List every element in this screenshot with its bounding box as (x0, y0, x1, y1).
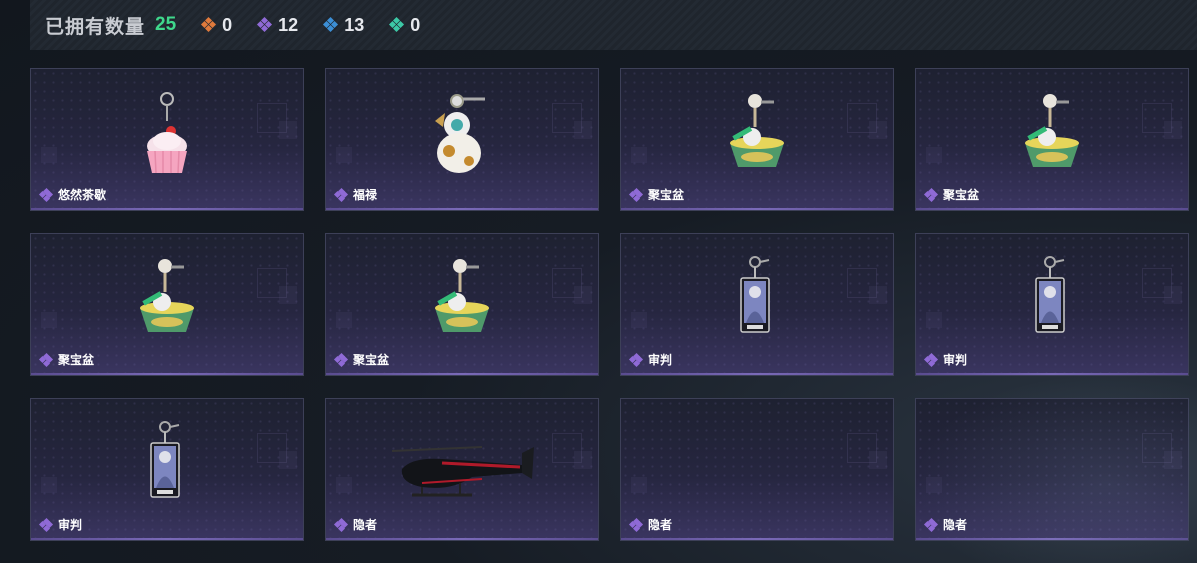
rarity-gem-icon (38, 187, 54, 202)
rarity-gem-icon (333, 352, 349, 367)
card-grid-decoration (926, 147, 942, 163)
card-grid-decoration (279, 286, 297, 304)
teal-gem-icon (389, 16, 405, 33)
item-name: 审判 (648, 353, 673, 367)
rarity-stat: 0 (389, 14, 421, 36)
rarity-gem-icon (628, 352, 644, 367)
rarity-stat-value: 13 (344, 14, 365, 35)
item-card[interactable]: 福禄 (325, 68, 599, 211)
card-grid-decoration (574, 121, 592, 139)
card-grid-decoration (279, 121, 297, 139)
bowl-item-image (1017, 91, 1087, 186)
rarity-gem-icon (628, 187, 644, 202)
item-card[interactable]: 隐者 (915, 398, 1189, 541)
card-item-image (737, 256, 777, 351)
card-grid-decoration (279, 451, 297, 469)
item-card[interactable]: 聚宝盆 (620, 68, 894, 211)
rarity-stat: 12 (257, 14, 299, 36)
card-grid-decoration (41, 147, 57, 163)
rarity-gem-icon (333, 187, 349, 202)
card-grid-decoration (869, 451, 887, 469)
item-name: 隐者 (648, 518, 673, 532)
bowl-item-image (132, 256, 202, 351)
card-grid-decoration (336, 477, 352, 493)
rarity-gem-icon (38, 352, 54, 367)
item-name: 悠然茶歇 (58, 188, 107, 202)
bowl-item-image (427, 256, 497, 351)
item-card[interactable]: 审判 (30, 398, 304, 541)
item-card[interactable]: 隐者 (620, 398, 894, 541)
card-grid-decoration (336, 312, 352, 328)
item-name: 聚宝盆 (943, 188, 980, 202)
cupcake-item-image (137, 91, 197, 186)
gourd-item-image (427, 91, 497, 186)
rarity-stat: 0 (201, 14, 233, 36)
rarity-gem-icon (923, 352, 939, 367)
bowl-item-image (722, 91, 792, 186)
rarity-gem-icon (923, 517, 939, 532)
owned-count-label: 已拥有数量 (45, 16, 146, 38)
card-grid-decoration (926, 477, 942, 493)
item-card[interactable]: 聚宝盆 (325, 233, 599, 376)
item-name: 审判 (58, 518, 83, 532)
item-name: 审判 (943, 353, 968, 367)
rarity-gem-icon (333, 517, 349, 532)
card-grid-decoration (41, 312, 57, 328)
card-grid-decoration (574, 451, 592, 469)
item-name: 福禄 (353, 188, 378, 202)
helicopter-item-image (382, 439, 542, 514)
rarity-gem-icon (628, 517, 644, 532)
orange-gem-icon (201, 16, 217, 33)
card-grid-decoration (631, 147, 647, 163)
card-item-image (147, 421, 187, 516)
item-card[interactable]: 审判 (620, 233, 894, 376)
card-grid-decoration (1164, 451, 1182, 469)
item-name: 聚宝盆 (353, 353, 390, 367)
item-card[interactable]: 聚宝盆 (30, 233, 304, 376)
card-grid-decoration (1164, 121, 1182, 139)
card-grid-decoration (574, 286, 592, 304)
card-item-image (1032, 256, 1072, 351)
owned-count-value: 25 (155, 14, 177, 35)
item-name: 隐者 (353, 518, 378, 532)
rarity-stat-value: 12 (278, 14, 299, 35)
item-card[interactable]: 审判 (915, 233, 1189, 376)
item-name: 聚宝盆 (58, 353, 95, 367)
rarity-stat-value: 0 (410, 14, 421, 35)
item-name: 隐者 (943, 518, 968, 532)
rarity-stat-value: 0 (222, 14, 233, 35)
blue-gem-icon (323, 16, 339, 33)
item-name: 聚宝盆 (648, 188, 685, 202)
card-grid-decoration (1164, 286, 1182, 304)
card-grid-decoration (336, 147, 352, 163)
inventory-header: 已拥有数量 25 0 12 13 0 (30, 0, 1197, 50)
item-card[interactable]: 聚宝盆 (915, 68, 1189, 211)
item-card[interactable]: 隐者 (325, 398, 599, 541)
card-grid-decoration (926, 312, 942, 328)
card-grid-decoration (869, 286, 887, 304)
card-grid-decoration (41, 477, 57, 493)
purple-gem-icon (257, 16, 273, 33)
rarity-gem-icon (923, 187, 939, 202)
item-card[interactable]: 悠然茶歇 (30, 68, 304, 211)
card-grid-decoration (869, 121, 887, 139)
rarity-stat: 13 (323, 14, 365, 36)
rarity-gem-icon (38, 517, 54, 532)
card-grid-decoration (631, 477, 647, 493)
card-grid-decoration (631, 312, 647, 328)
